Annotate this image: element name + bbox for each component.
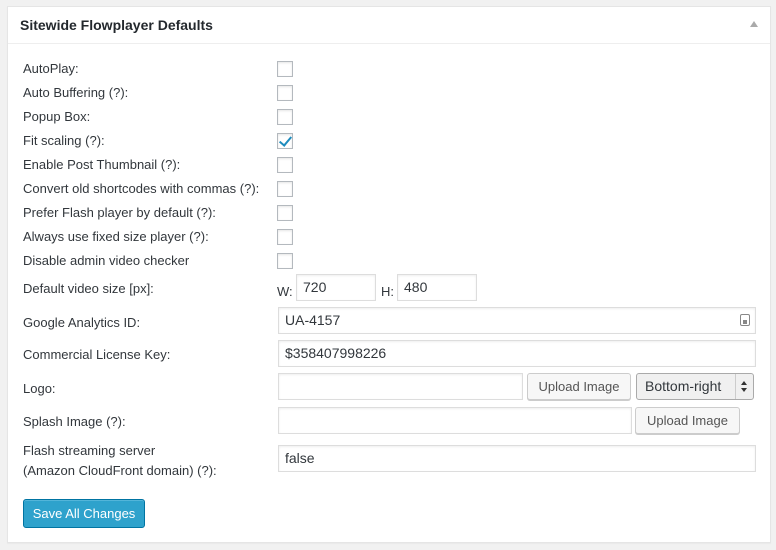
disable-checker-checkbox[interactable] — [277, 253, 293, 269]
popup-box-label: Popup Box: — [23, 109, 91, 124]
streaming-label-line1: Flash streaming server — [23, 443, 156, 458]
logo-position-value: Bottom-right — [645, 378, 722, 394]
fit-scaling-checkbox[interactable] — [277, 133, 293, 149]
fixed-size-label: Always use fixed size player (?): — [23, 229, 209, 244]
logo-upload-button[interactable]: Upload Image — [527, 373, 631, 400]
height-label: H: — [381, 284, 394, 299]
logo-label: Logo: — [23, 381, 56, 396]
save-all-changes-button[interactable]: Save All Changes — [23, 499, 145, 528]
streaming-label-line2: (Amazon CloudFront domain) (?): — [23, 463, 217, 478]
auto-buffering-checkbox[interactable] — [277, 85, 293, 101]
post-thumbnail-label: Enable Post Thumbnail (?): — [23, 157, 181, 172]
fixed-size-checkbox[interactable] — [277, 229, 293, 245]
analytics-value: UA-4157 — [285, 312, 341, 328]
panel-title: Sitewide Flowplayer Defaults — [20, 17, 213, 33]
autoplay-checkbox[interactable] — [277, 61, 293, 77]
collapse-arrow-icon[interactable] — [750, 21, 758, 27]
post-thumbnail-checkbox[interactable] — [277, 157, 293, 173]
disable-checker-label: Disable admin video checker — [23, 253, 190, 268]
streaming-input[interactable]: false — [278, 445, 756, 472]
logo-input[interactable] — [278, 373, 523, 400]
logo-position-select[interactable]: Bottom-right — [636, 373, 754, 400]
select-arrows-icon — [735, 374, 753, 399]
video-height-input[interactable]: 480 — [397, 274, 477, 301]
flowplayer-defaults-panel: Sitewide Flowplayer Defaults AutoPlay: A… — [7, 6, 771, 543]
width-label: W: — [277, 284, 293, 299]
splash-label: Splash Image (?): — [23, 414, 126, 429]
splash-upload-button[interactable]: Upload Image — [635, 407, 740, 434]
prefer-flash-checkbox[interactable] — [277, 205, 293, 221]
prefer-flash-label: Prefer Flash player by default (?): — [23, 205, 216, 220]
auto-buffering-label: Auto Buffering (?): — [23, 85, 129, 100]
license-input[interactable]: $358407998226 — [278, 340, 756, 367]
license-label: Commercial License Key: — [23, 347, 171, 362]
autoplay-label: AutoPlay: — [23, 61, 79, 76]
video-size-label: Default video size [px]: — [23, 281, 154, 296]
convert-shortcodes-label: Convert old shortcodes with commas (?): — [23, 181, 260, 196]
convert-shortcodes-checkbox[interactable] — [277, 181, 293, 197]
autofill-key-icon[interactable] — [740, 314, 750, 326]
panel-header[interactable]: Sitewide Flowplayer Defaults — [8, 7, 770, 44]
analytics-input[interactable]: UA-4157 — [278, 307, 756, 334]
fit-scaling-label: Fit scaling (?): — [23, 133, 105, 148]
video-width-input[interactable]: 720 — [296, 274, 376, 301]
analytics-label: Google Analytics ID: — [23, 315, 141, 330]
splash-input[interactable] — [278, 407, 632, 434]
popup-box-checkbox[interactable] — [277, 109, 293, 125]
